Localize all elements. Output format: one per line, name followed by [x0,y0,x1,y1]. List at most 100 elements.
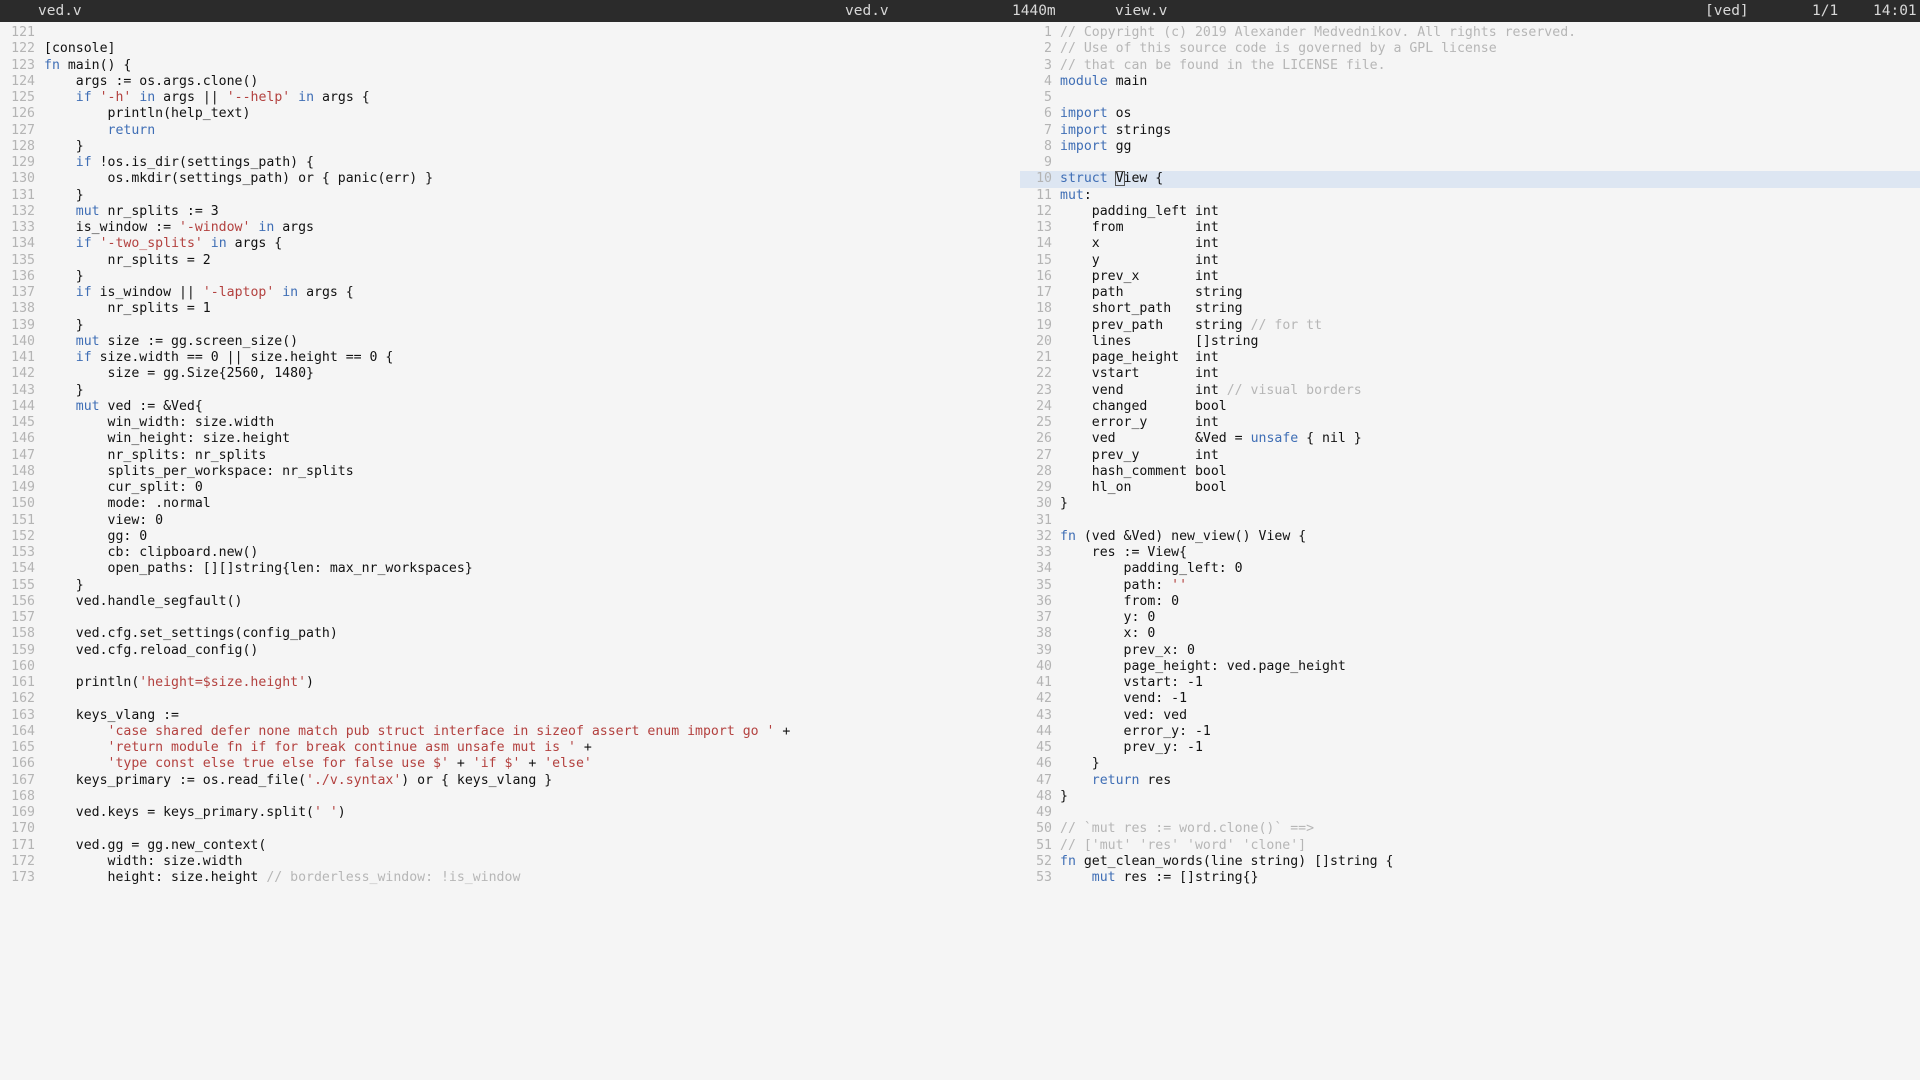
code-line[interactable]: 10 struct View { [1020,171,1920,188]
code-line[interactable]: 18 short_path string [1020,301,1920,317]
code-line[interactable]: 154 open_paths: [][]string{len: max_nr_w… [0,561,1020,577]
code-line[interactable]: 145 win_width: size.width [0,415,1020,431]
code-line[interactable]: 6 import os [1020,106,1920,122]
code-line[interactable]: 44 error_y: -1 [1020,724,1920,740]
editor-pane-left[interactable]: 121 122 [console] 123 fn main() {124 args :=… [0,22,1020,1080]
code-line[interactable]: 164 'case shared defer none match pub st… [0,724,1020,740]
code-line[interactable]: 21 page_height int [1020,350,1920,366]
code-line[interactable]: 26 ved &Ved = unsafe { nil } [1020,431,1920,447]
code-line[interactable]: 25 error_y int [1020,415,1920,431]
code-line[interactable]: 33 res := View{ [1020,545,1920,561]
code-line[interactable]: 162 [0,691,1020,707]
code-line[interactable]: 14 x int [1020,236,1920,252]
code-line[interactable]: 159 ved.cfg.reload_config() [0,643,1020,659]
code-line[interactable]: 128 } [0,139,1020,155]
code-line[interactable]: 49 [1020,805,1920,821]
code-line[interactable]: 34 padding_left: 0 [1020,561,1920,577]
code-line[interactable]: 121 [0,25,1020,41]
code-line[interactable]: 172 width: size.width [0,854,1020,870]
code-line[interactable]: 142 size = gg.Size{2560, 1480} [0,366,1020,382]
code-line[interactable]: 168 [0,789,1020,805]
code-line[interactable]: 161 println('height=$size.height') [0,675,1020,691]
code-line[interactable]: 150 mode: .normal [0,496,1020,512]
code-line[interactable]: 165 'return module fn if for break conti… [0,740,1020,756]
code-line[interactable]: 35 path: '' [1020,578,1920,594]
code-line[interactable]: 157 [0,610,1020,626]
code-line[interactable]: 29 hl_on bool [1020,480,1920,496]
code-line[interactable]: 3 // that can be found in the LICENSE fil… [1020,58,1920,74]
code-line[interactable]: 15 y int [1020,253,1920,269]
code-line[interactable]: 53 mut res := []string{} [1020,870,1920,886]
code-line[interactable]: 135 nr_splits = 2 [0,253,1020,269]
code-line[interactable]: 139 } [0,318,1020,334]
code-line[interactable]: 8 import gg [1020,139,1920,155]
code-line[interactable]: 50 // `mut res := word.clone()` ==> [1020,821,1920,837]
code-line[interactable]: 32 fn (ved &Ved) new_view() View { [1020,529,1920,545]
code-line[interactable]: 37 y: 0 [1020,610,1920,626]
code-line[interactable]: 13 from int [1020,220,1920,236]
code-line[interactable]: 155 } [0,578,1020,594]
code-line[interactable]: 123 fn main() { [0,58,1020,74]
code-line[interactable]: 169 ved.keys = keys_primary.split(' ') [0,805,1020,821]
code-line[interactable]: 163 keys_vlang := [0,708,1020,724]
code-line[interactable]: 16 prev_x int [1020,269,1920,285]
code-line[interactable]: 28 hash_comment bool [1020,464,1920,480]
code-line[interactable]: 147 nr_splits: nr_splits [0,448,1020,464]
code-line[interactable]: 22 vstart int [1020,366,1920,382]
code-line[interactable]: 149 cur_split: 0 [0,480,1020,496]
code-line[interactable]: 45 prev_y: -1 [1020,740,1920,756]
code-line[interactable]: 12 padding_left int [1020,204,1920,220]
code-line[interactable]: 153 cb: clipboard.new() [0,545,1020,561]
code-line[interactable]: 36 from: 0 [1020,594,1920,610]
code-line[interactable]: 141 if size.width == 0 || size.height ==… [0,350,1020,366]
code-line[interactable]: 167 keys_primary := os.read_file('./v.sy… [0,773,1020,789]
code-line[interactable]: 7 import strings [1020,123,1920,139]
code-line[interactable]: 46 } [1020,756,1920,772]
code-line[interactable]: 166 'type const else true else for false… [0,756,1020,772]
code-line[interactable]: 144 mut ved := &Ved{ [0,399,1020,415]
code-line[interactable]: 152 gg: 0 [0,529,1020,545]
code-line[interactable]: 48} [1020,789,1920,805]
editor-pane-right[interactable]: 1 // Copyright (c) 2019 Alexander Medvedn… [1020,22,1920,1080]
code-line[interactable]: 136 } [0,269,1020,285]
code-line[interactable]: 40 page_height: ved.page_height [1020,659,1920,675]
code-line[interactable]: 24 changed bool [1020,399,1920,415]
code-line[interactable]: 170 [0,821,1020,837]
code-line[interactable]: 122 [console] [0,41,1020,57]
code-line[interactable]: 130 os.mkdir(settings_path) or { panic(e… [0,171,1020,187]
code-line[interactable]: 171 ved.gg = gg.new_context( [0,838,1020,854]
code-line[interactable]: 129 if !os.is_dir(settings_path) { [0,155,1020,171]
code-line[interactable]: 1 // Copyright (c) 2019 Alexander Medvedn… [1020,25,1920,41]
code-line[interactable]: 52 fn get_clean_words(line string) []stri… [1020,854,1920,870]
code-line[interactable]: 31 [1020,513,1920,529]
code-line[interactable]: 2 // Use of this source code is governed … [1020,41,1920,57]
code-line[interactable]: 9 [1020,155,1920,171]
code-line[interactable]: 138 nr_splits = 1 [0,301,1020,317]
code-line[interactable]: 173 height: size.height // borderless_wi… [0,870,1020,886]
code-line[interactable]: 132 mut nr_splits := 3 [0,204,1020,220]
code-line[interactable]: 39 prev_x: 0 [1020,643,1920,659]
code-line[interactable]: 137 if is_window || '-laptop' in args { [0,285,1020,301]
code-line[interactable]: 160 [0,659,1020,675]
code-line[interactable]: 146 win_height: size.height [0,431,1020,447]
code-line[interactable]: 17 path string [1020,285,1920,301]
code-line[interactable]: 4 module main [1020,74,1920,90]
code-line[interactable]: 133 is_window := '-window' in args [0,220,1020,236]
code-line[interactable]: 148 splits_per_workspace: nr_splits [0,464,1020,480]
code-line[interactable]: 47 return res [1020,773,1920,789]
code-line[interactable]: 125 if '-h' in args || '--help' in args … [0,90,1020,106]
code-line[interactable]: 151 view: 0 [0,513,1020,529]
code-line[interactable]: 140 mut size := gg.screen_size() [0,334,1020,350]
code-line[interactable]: 27 prev_y int [1020,448,1920,464]
code-line[interactable]: 5 [1020,90,1920,106]
code-line[interactable]: 158 ved.cfg.set_settings(config_path) [0,626,1020,642]
code-line[interactable]: 126 println(help_text) [0,106,1020,122]
code-line[interactable]: 19 prev_path string // for tt [1020,318,1920,334]
code-line[interactable]: 143 } [0,383,1020,399]
code-line[interactable]: 38 x: 0 [1020,626,1920,642]
code-line[interactable]: 11 mut: [1020,188,1920,204]
code-line[interactable]: 131 } [0,188,1020,204]
code-line[interactable]: 127 return [0,123,1020,139]
code-line[interactable]: 124 args := os.args.clone() [0,74,1020,90]
code-line[interactable]: 43 ved: ved [1020,708,1920,724]
